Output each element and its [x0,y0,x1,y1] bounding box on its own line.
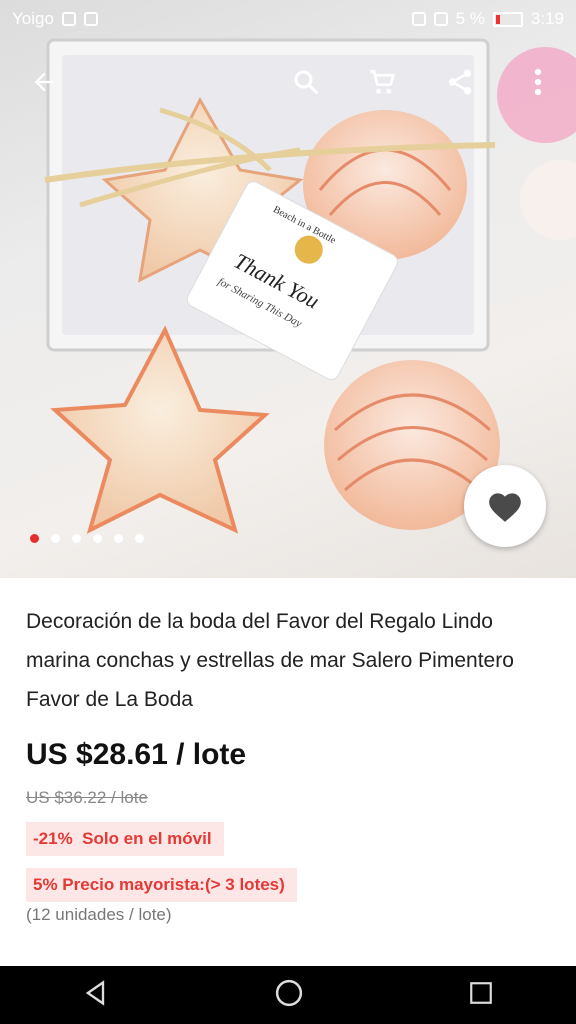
page-dot[interactable] [135,534,144,543]
page-dot[interactable] [93,534,102,543]
discount-badge: -21% Solo en el móvil [26,822,224,856]
battery-percent: 5 % [455,9,485,28]
page-dot[interactable] [51,534,60,543]
status-bar: Yoigo 5 % 3:19 [0,0,576,38]
original-price: US $36.22 / lote [26,788,148,807]
back-arrow-icon[interactable] [22,60,66,104]
next-section-peek [0,950,576,966]
units-per-lot: (12 unidades / lote) [26,905,172,924]
gallery-pagination [30,534,144,543]
home-circle-icon[interactable] [274,978,304,1013]
notification-icon [83,12,98,26]
cart-icon[interactable] [360,60,404,104]
battery-icon [492,11,523,27]
page-dot[interactable] [30,534,39,543]
recents-square-icon[interactable] [468,980,494,1011]
share-icon[interactable] [438,60,482,104]
page-dot[interactable] [72,534,81,543]
nfc-icon [411,12,426,26]
signal-icon [433,12,448,26]
page-dot[interactable] [114,534,123,543]
back-triangle-icon[interactable] [82,979,110,1012]
notification-icon [61,12,76,26]
product-price: US $28.61 / lote [26,738,247,771]
search-icon[interactable] [284,60,328,104]
product-title: Decoración de la boda del Favor del Rega… [26,610,514,711]
top-toolbar [0,52,576,112]
clock: 3:19 [530,9,564,28]
more-vert-icon[interactable] [516,60,560,104]
wholesale-badge: 5% Precio mayorista:(> 3 lotes) [26,868,297,902]
heart-icon [489,493,521,522]
product-image-gallery[interactable]: Beach in a Bottle Thank You for Sharing … [0,0,576,578]
carrier-label: Yoigo [12,9,54,28]
wishlist-button[interactable] [464,465,546,547]
system-nav-bar [0,966,576,1024]
